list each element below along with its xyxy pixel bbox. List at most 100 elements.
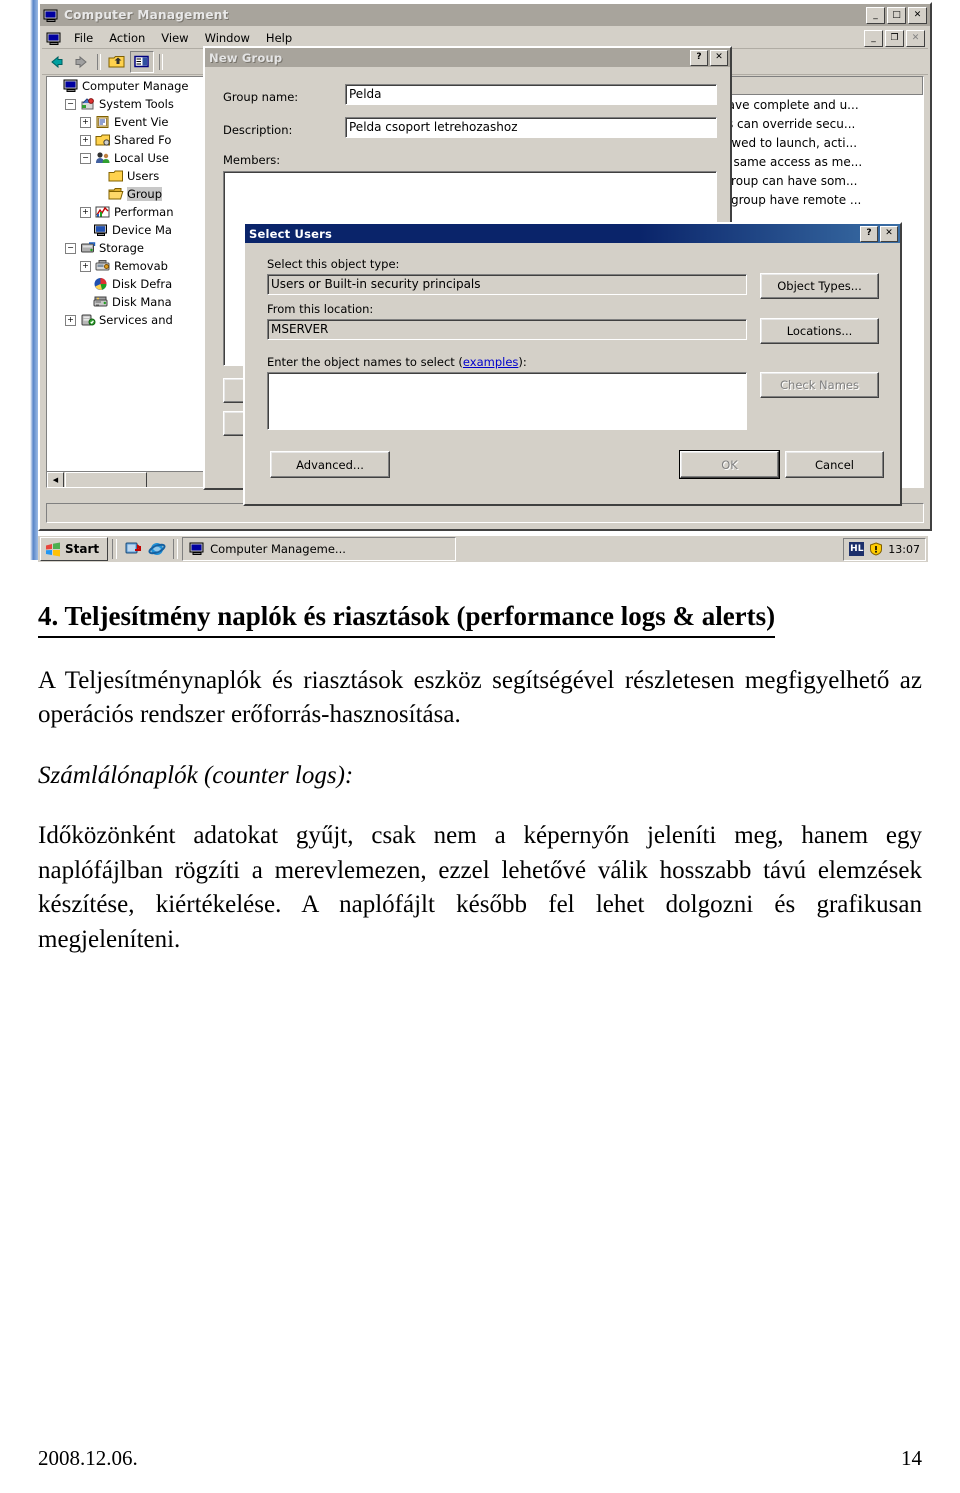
menu-help[interactable]: Help — [258, 29, 300, 47]
window-title: Computer Management — [64, 8, 229, 22]
expand-icon[interactable]: + — [80, 206, 91, 218]
select-users-title: Select Users — [249, 226, 333, 241]
performance-icon — [95, 205, 111, 219]
column-header-description[interactable] — [708, 77, 923, 94]
child-window-controls: _ ❐ ✕ — [864, 30, 925, 47]
taskbar-window-button[interactable]: Computer Manageme... — [182, 537, 457, 561]
language-indicator[interactable]: HL — [849, 542, 865, 556]
menu-view[interactable]: View — [153, 29, 196, 47]
clock[interactable]: 13:07 — [888, 543, 920, 556]
check-names-button[interactable]: Check Names — [760, 372, 879, 398]
select-users-window-controls: ? ✕ — [860, 225, 898, 242]
event-viewer-icon — [95, 115, 111, 129]
local-users-icon — [95, 151, 111, 165]
footer-page-number: 14 — [901, 1446, 922, 1470]
object-names-label: Enter the object names to select (exampl… — [267, 355, 527, 369]
menu-file[interactable]: File — [66, 29, 101, 47]
tree-item-label: Users — [127, 169, 160, 183]
subheading: Számlálónaplók (counter logs): — [38, 761, 354, 789]
document-body: 4. Teljesítmény naplók és riasztások (pe… — [0, 600, 960, 957]
computer-icon — [63, 79, 79, 93]
object-names-label-pre: Enter the object names to select ( — [267, 355, 463, 369]
shared-folders-icon — [95, 133, 111, 147]
security-shield-icon[interactable] — [869, 542, 883, 556]
expand-icon[interactable]: + — [80, 116, 91, 128]
examples-link[interactable]: examples — [463, 355, 519, 369]
advanced-button[interactable]: Advanced... — [270, 451, 390, 478]
show-desktop-icon[interactable] — [124, 540, 142, 558]
select-users-titlebar: Select Users ? ✕ — [245, 224, 900, 243]
scroll-left-icon[interactable]: ◀ — [47, 471, 64, 487]
tree-item-label: Group — [127, 187, 163, 201]
taskbar: Start Computer Manageme... HL 13:07 — [38, 535, 928, 562]
windows-logo-icon — [45, 542, 61, 557]
object-names-input[interactable] — [267, 372, 747, 430]
tree-item-label: Shared Fo — [114, 133, 172, 147]
new-group-titlebar: New Group ? ✕ — [205, 48, 730, 67]
list-item-description: is group can have som... — [710, 173, 858, 188]
tree-item-label: Disk Mana — [112, 295, 172, 309]
tree-item-label: Local Use — [114, 151, 169, 165]
ok-button[interactable]: OK — [680, 451, 779, 478]
toolbar-separator — [97, 54, 101, 70]
from-location-value[interactable]: MSERVER — [267, 319, 747, 340]
cancel-button[interactable]: Cancel — [785, 451, 884, 478]
expand-icon[interactable]: + — [80, 134, 91, 146]
close-button[interactable]: ✕ — [908, 7, 927, 24]
close-icon[interactable]: ✕ — [880, 225, 898, 242]
child-close-button[interactable]: ✕ — [906, 30, 925, 47]
computer-management-icon — [189, 542, 205, 556]
object-type-value[interactable]: Users or Built-in security principals — [267, 274, 747, 295]
internet-explorer-icon[interactable] — [148, 540, 166, 558]
show-hide-console-tree-icon[interactable] — [130, 51, 154, 73]
page-footer: 2008.12.06. 14 — [0, 1446, 960, 1471]
help-icon[interactable]: ? — [690, 49, 708, 66]
description-input[interactable]: Pelda csoport letrehozashoz — [345, 117, 717, 138]
device-manager-icon — [93, 223, 109, 237]
start-button[interactable]: Start — [40, 537, 109, 561]
footer-date: 2008.12.06. — [38, 1446, 138, 1470]
system-tools-icon — [80, 97, 96, 111]
expand-icon[interactable]: + — [65, 314, 76, 326]
help-icon[interactable]: ? — [860, 225, 878, 242]
scroll-thumb[interactable] — [65, 471, 147, 487]
object-names-label-post: ): — [518, 355, 527, 369]
taskbar-separator-2 — [173, 539, 179, 559]
minimize-button[interactable]: _ — [866, 7, 885, 24]
mdi-child-icon — [46, 31, 62, 45]
collapse-icon[interactable]: − — [65, 242, 76, 254]
close-icon[interactable]: ✕ — [710, 49, 728, 66]
new-group-window-controls: ? ✕ — [690, 49, 728, 66]
folder-open-icon — [108, 187, 124, 201]
taskbar-window-label: Computer Manageme... — [210, 542, 346, 556]
window-controls: _ □ ✕ — [866, 7, 927, 24]
tree-item-label: Storage — [99, 241, 144, 255]
menu-action[interactable]: Action — [101, 29, 153, 47]
forward-icon[interactable] — [70, 52, 92, 72]
child-restore-button[interactable]: ❐ — [885, 30, 904, 47]
removable-storage-icon — [95, 259, 111, 273]
child-minimize-button[interactable]: _ — [864, 30, 883, 47]
tree-item-label: Removab — [114, 259, 168, 273]
back-icon[interactable] — [46, 52, 68, 72]
window-titlebar: Computer Management _ □ ✕ — [40, 4, 930, 26]
disk-defrag-icon — [93, 277, 109, 291]
maximize-button[interactable]: □ — [887, 7, 906, 24]
locations-button[interactable]: Locations... — [760, 318, 879, 344]
start-label: Start — [65, 542, 100, 556]
collapse-icon[interactable]: − — [65, 98, 76, 110]
group-name-input[interactable]: Pelda — [345, 84, 717, 105]
up-one-level-icon[interactable] — [106, 52, 128, 72]
expand-icon[interactable]: + — [80, 260, 91, 272]
computer-management-icon — [43, 8, 59, 22]
object-types-button[interactable]: Object Types... — [760, 273, 879, 299]
menu-window[interactable]: Window — [197, 29, 258, 47]
screenshot-figure: Computer Management _ □ ✕ File Action Vi… — [30, 0, 932, 570]
collapse-icon[interactable]: − — [80, 152, 91, 164]
disk-management-icon — [93, 295, 109, 309]
tree-item-label: Performan — [114, 205, 174, 219]
